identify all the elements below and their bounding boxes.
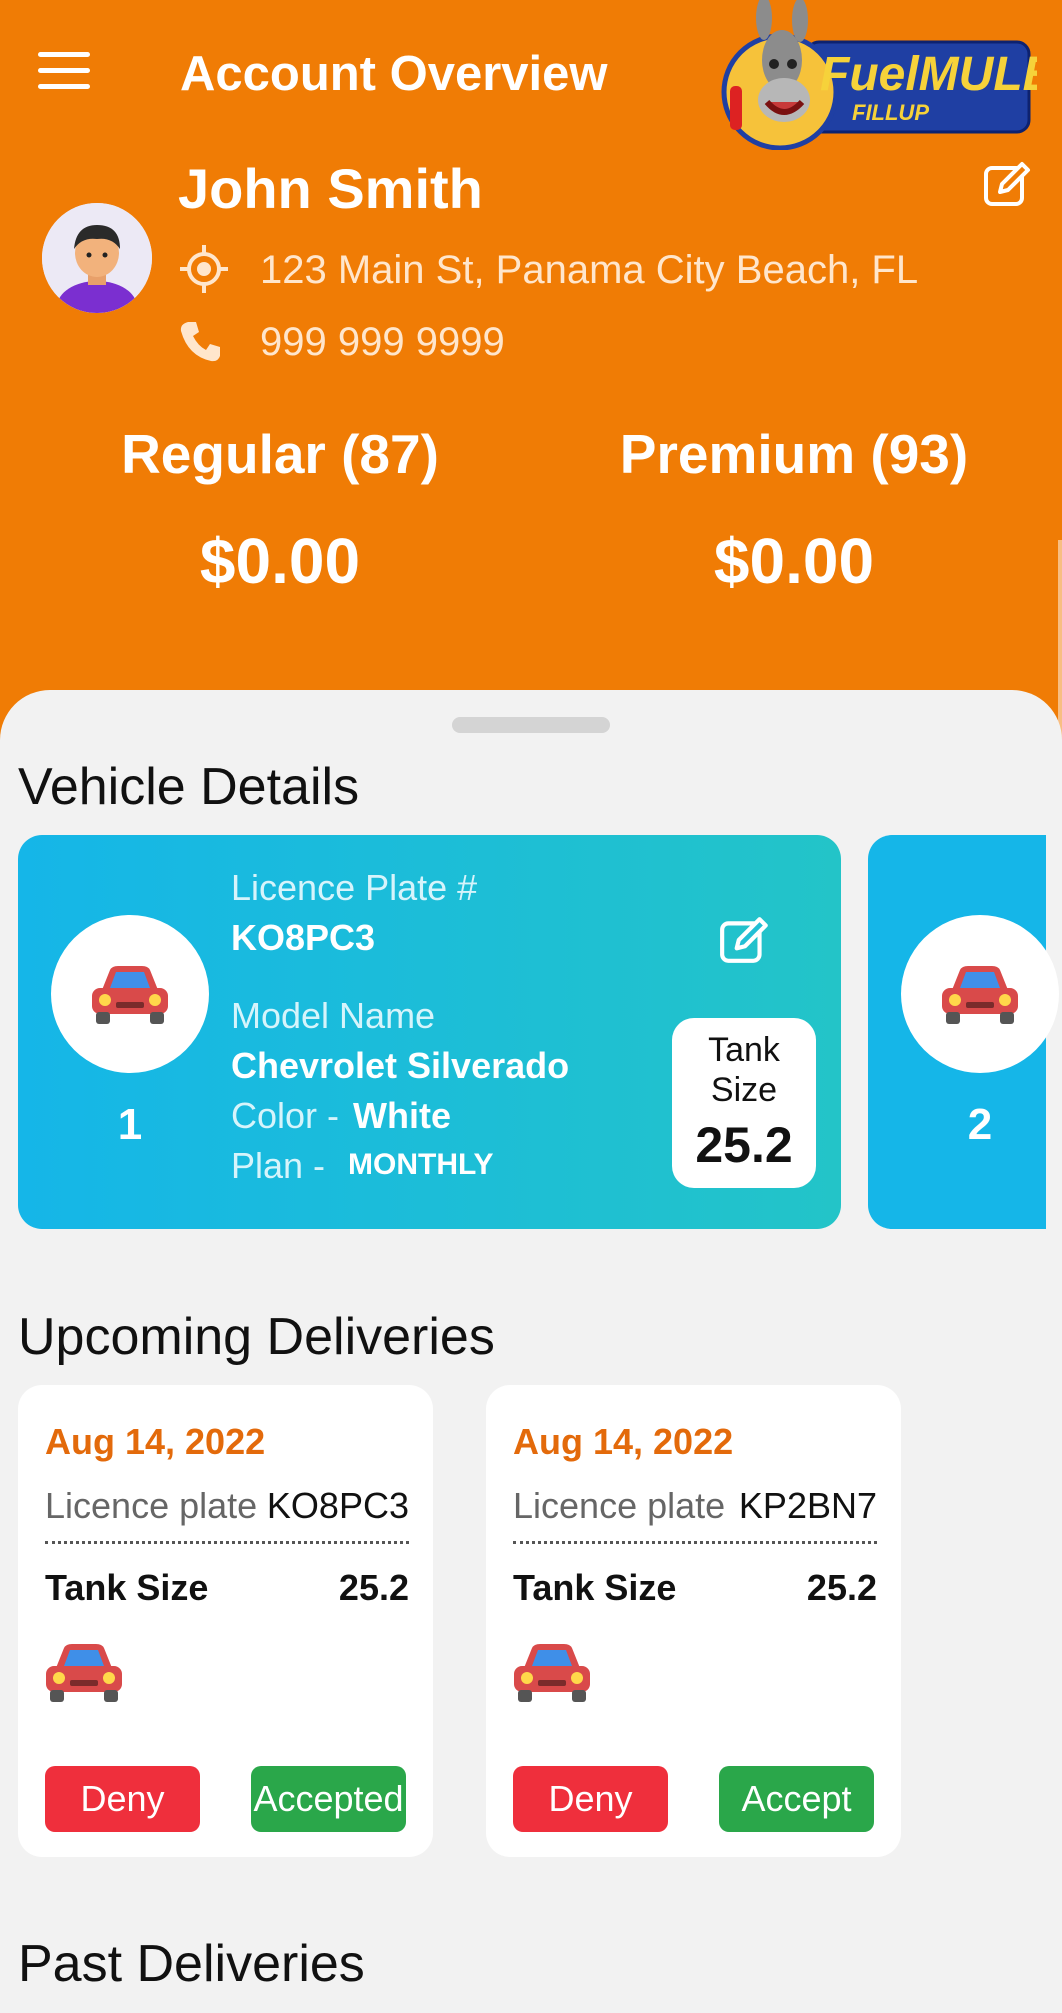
account-header: Account Overview FuelMULE FILLUP John Sm… bbox=[0, 0, 1062, 760]
vehicle-card[interactable]: 2 bbox=[868, 835, 1059, 1229]
car-icon bbox=[92, 966, 168, 1024]
tank-label: Tank Size bbox=[513, 1567, 677, 1608]
color-value: White bbox=[353, 1095, 451, 1136]
plate-value: KO8PC3 bbox=[266, 1485, 409, 1526]
tank-label: Tank Size bbox=[45, 1567, 209, 1608]
tank-value: 25.2 bbox=[338, 1567, 409, 1608]
fuelmule-logo: FuelMULE FILLUP bbox=[721, 0, 1037, 150]
phone-text: 999 999 9999 bbox=[260, 320, 505, 364]
plan-value: MONTHLY bbox=[348, 1148, 494, 1181]
delivery-date: Aug 14, 2022 bbox=[45, 1421, 266, 1462]
vehicle-avatar bbox=[51, 915, 209, 1073]
accept-button[interactable]: Accept bbox=[719, 1766, 874, 1832]
tank-value: 25.2 bbox=[806, 1567, 877, 1608]
fuel-price-premium: Premium (93) $0.00 bbox=[584, 422, 1004, 598]
plate-label: Licence plate bbox=[513, 1485, 726, 1526]
plan-label: Plan - bbox=[231, 1145, 326, 1186]
fuel-price-regular: Regular (87) $0.00 bbox=[70, 422, 490, 598]
vehicle-details-title: Vehicle Details bbox=[18, 758, 360, 816]
user-name: John Smith bbox=[178, 157, 483, 220]
upcoming-deliveries-title: Upcoming Deliveries bbox=[18, 1308, 495, 1366]
car-icon bbox=[514, 1644, 590, 1702]
delivery-card: Aug 14, 2022 Licence plate KO8PC3 Tank S… bbox=[18, 1385, 433, 1857]
svg-text:FILLUP: FILLUP bbox=[852, 100, 929, 125]
vehicle-number: 2 bbox=[967, 1100, 993, 1149]
color-label: Color - bbox=[231, 1095, 340, 1136]
dotted-divider bbox=[45, 1541, 409, 1544]
location-icon bbox=[180, 245, 228, 293]
menu-icon[interactable] bbox=[38, 52, 90, 92]
plate-label: Licence plate bbox=[45, 1485, 258, 1526]
deny-button[interactable]: Deny bbox=[45, 1766, 200, 1832]
fuel-name: Regular (87) bbox=[121, 423, 439, 485]
address-text: 123 Main St, Panama City Beach, FL bbox=[260, 248, 919, 292]
delivery-date: Aug 14, 2022 bbox=[513, 1421, 734, 1462]
deny-button[interactable]: Deny bbox=[513, 1766, 668, 1832]
plate-label: Licence Plate # bbox=[231, 867, 478, 908]
phone-icon bbox=[180, 322, 220, 362]
sheet-drag-handle[interactable] bbox=[452, 717, 610, 733]
edit-icon[interactable] bbox=[982, 158, 1034, 210]
accept-button[interactable]: Accepted bbox=[251, 1766, 406, 1832]
vehicle-card[interactable]: 1 Licence Plate # KO8PC3 Model Name Chev… bbox=[18, 835, 841, 1229]
vehicle-avatar bbox=[901, 915, 1059, 1073]
past-deliveries-title: Past Deliveries bbox=[18, 1935, 365, 1993]
dotted-divider bbox=[513, 1541, 877, 1544]
fuel-price: $0.00 bbox=[199, 525, 361, 597]
car-icon bbox=[942, 966, 1018, 1024]
model-label: Model Name bbox=[231, 995, 436, 1036]
avatar bbox=[42, 203, 152, 313]
vehicle-number: 1 bbox=[117, 1100, 143, 1149]
plate-value: KP2BN7 bbox=[738, 1485, 877, 1526]
fuel-price: $0.00 bbox=[713, 525, 875, 597]
model-value: Chevrolet Silverado bbox=[231, 1045, 570, 1086]
car-icon bbox=[46, 1644, 122, 1702]
page-title: Account Overview bbox=[180, 47, 608, 101]
plate-value: KO8PC3 bbox=[231, 917, 376, 958]
svg-text:FuelMULE: FuelMULE bbox=[820, 48, 1037, 101]
fuel-name: Premium (93) bbox=[619, 423, 969, 485]
tank-label: Tank bbox=[708, 1031, 780, 1069]
edit-icon[interactable] bbox=[718, 913, 772, 967]
tank-value: 25.2 bbox=[695, 1117, 793, 1173]
tank-size-box: Tank Size 25.2 bbox=[672, 1018, 816, 1188]
tank-label-2: Size bbox=[710, 1071, 778, 1109]
delivery-card: Aug 14, 2022 Licence plate KP2BN7 Tank S… bbox=[486, 1385, 901, 1857]
